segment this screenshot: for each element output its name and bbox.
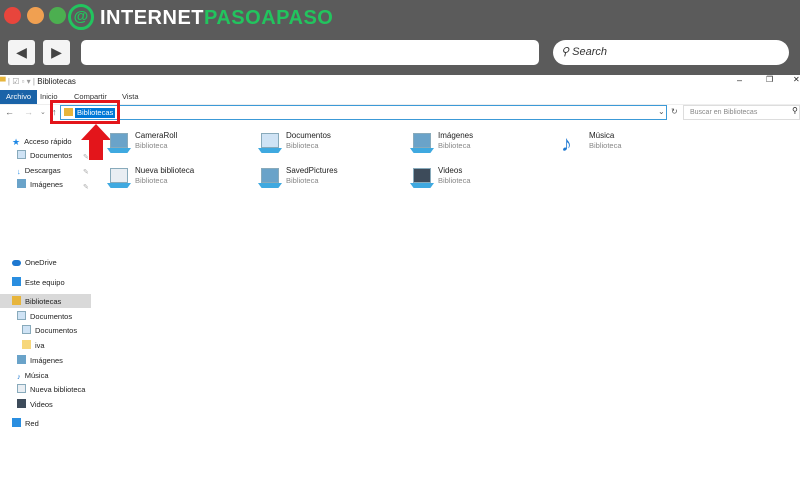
brand-logo: INTERNETPASOAPASO [100, 7, 334, 29]
video-icon [17, 399, 26, 408]
picture-icon [107, 133, 131, 155]
minimize-dot[interactable] [27, 7, 44, 24]
forward-button[interactable]: ▶ [43, 40, 70, 65]
library-name: Videos [438, 166, 463, 175]
sidebar-item-documentos[interactable]: Documentos [17, 149, 72, 162]
folder-icon: ▀ [0, 77, 6, 86]
library-type: Biblioteca [438, 176, 471, 185]
browser-search[interactable]: ⚲ Search [553, 40, 789, 65]
network-icon [12, 418, 21, 427]
logo-icon: @ [68, 4, 94, 30]
library-type: Biblioteca [438, 141, 471, 150]
tab-archivo[interactable]: Archivo [0, 90, 38, 104]
download-icon: ↓ [17, 167, 21, 176]
computer-icon [12, 277, 21, 286]
address-bar[interactable] [60, 105, 667, 120]
sidebar-item-imagenes[interactable]: Imágenes [17, 354, 63, 367]
refresh-icon[interactable]: ↻ [671, 107, 678, 116]
library-type: Biblioteca [286, 176, 319, 185]
pin-icons: ✎ ✎ ✎ [83, 154, 89, 191]
sidebar-item-documentos-sub[interactable]: Documentos [22, 324, 77, 337]
search-icon: ⚲ [561, 46, 573, 58]
image-icon [17, 355, 26, 364]
search-icon: ⚲ [792, 106, 798, 115]
sidebar-item-imagenes[interactable]: Imágenes [17, 178, 63, 191]
document-icon [17, 150, 26, 159]
picture-icon [410, 133, 434, 155]
library-type: Biblioteca [135, 176, 168, 185]
library-item[interactable]: ♪ Música Biblioteca [561, 131, 711, 161]
star-icon: ★ [12, 137, 21, 147]
library-item[interactable]: Videos Biblioteca [410, 166, 560, 196]
library-name: CameraRoll [135, 131, 178, 140]
title-bar: ▀ | ☑ ▫ ▾ | Bibliotecas [0, 77, 76, 86]
music-icon: ♪ [561, 131, 572, 156]
library-name: Imágenes [438, 131, 474, 140]
close-button[interactable]: ✕ [793, 75, 800, 84]
library-type: Biblioteca [286, 141, 319, 150]
window-title: Bibliotecas [37, 77, 76, 86]
library-name: Música [589, 131, 615, 140]
sidebar-item-nueva-biblioteca[interactable]: Nueva biblioteca [17, 383, 85, 396]
tab-vista[interactable]: Vista [116, 90, 145, 104]
sidebar-item-iva[interactable]: iva [22, 339, 45, 352]
sidebar-item-acceso-rapido[interactable]: ★ Acceso rápido [12, 135, 72, 148]
back-arrow-icon[interactable]: ← [5, 107, 14, 117]
library-type: Biblioteca [135, 141, 168, 150]
library-item[interactable]: Nueva biblioteca Biblioteca [107, 166, 257, 196]
sidebar-item-musica[interactable]: ♪ Música [17, 369, 49, 382]
document-icon [17, 311, 26, 320]
library-name: SavedPictures [286, 166, 338, 175]
library-item[interactable]: CameraRoll Biblioteca [107, 131, 257, 161]
library-item[interactable]: SavedPictures Biblioteca [258, 166, 408, 196]
highlight-box [50, 100, 120, 124]
restore-button[interactable]: ❐ [766, 75, 773, 84]
library-item[interactable]: Imágenes Biblioteca [410, 131, 560, 161]
sidebar-item-videos[interactable]: Videos [17, 398, 53, 411]
back-button[interactable]: ◀ [8, 40, 35, 65]
maximize-dot[interactable] [49, 7, 66, 24]
library-type: Biblioteca [589, 141, 622, 150]
dropdown-chevron-icon[interactable]: ⌄ [658, 107, 665, 116]
url-bar[interactable] [81, 40, 539, 65]
video-icon [410, 168, 434, 190]
cloud-icon [12, 260, 21, 266]
image-icon [17, 179, 26, 188]
picture-icon [258, 168, 282, 190]
library-icon [17, 384, 26, 393]
document-icon [22, 325, 31, 334]
sidebar-item-red[interactable]: Red [12, 417, 39, 430]
document-icon [258, 133, 282, 155]
search-libraries-input[interactable]: Buscar en Bibliotecas [683, 105, 800, 120]
library-item[interactable]: Documentos Biblioteca [258, 131, 408, 161]
recent-chevron-icon[interactable]: ⌄ [40, 108, 46, 116]
sidebar-item-bibliotecas[interactable]: Bibliotecas [12, 295, 61, 308]
library-name: Documentos [286, 131, 331, 140]
libraries-icon [12, 296, 21, 305]
sidebar-item-descargas[interactable]: ↓ Descargas [17, 164, 61, 177]
forward-arrow-icon[interactable]: → [24, 107, 33, 117]
sidebar-item-documentos[interactable]: Documentos [17, 310, 72, 323]
sidebar-item-este-equipo[interactable]: Este equipo [12, 276, 65, 289]
music-icon: ♪ [17, 372, 21, 381]
library-icon [107, 168, 131, 190]
quick-access-toolbar[interactable]: | ☑ ▫ ▾ | [8, 77, 37, 86]
library-name: Nueva biblioteca [135, 166, 195, 175]
folder-icon [22, 340, 31, 349]
sidebar-item-onedrive[interactable]: OneDrive [12, 256, 57, 269]
minimize-button[interactable]: – [737, 75, 742, 85]
close-dot[interactable] [4, 7, 21, 24]
